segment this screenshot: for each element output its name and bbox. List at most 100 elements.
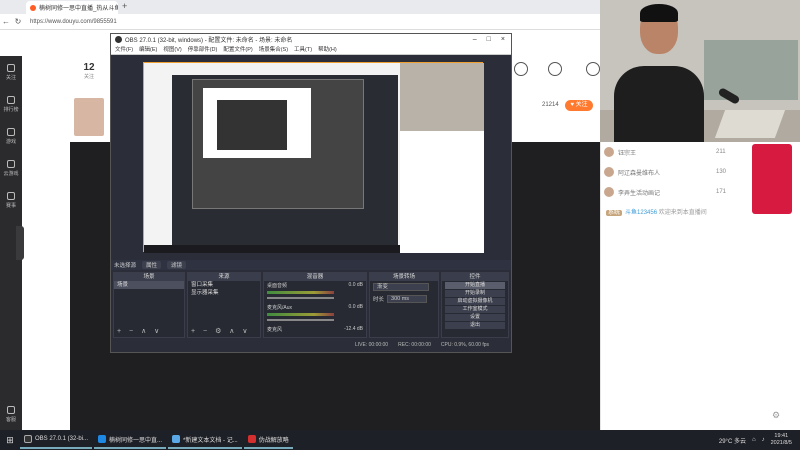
rank-value: 130 [716,169,727,175]
menu-help[interactable]: 帮助(H) [318,45,337,54]
audio-meter [267,291,335,294]
menu-profile[interactable]: 配置文件(P) [223,45,252,54]
cpu-fps: CPU: 0.9%, 60.00 fps [440,342,489,348]
avatar [604,187,614,197]
scene-item[interactable]: 场景 [114,281,184,289]
windows-taskbar: ⊞ OBS 27.0.1 (32-bi... 楠树同修一思中直... *新建文本… [0,430,800,450]
start-recording-button[interactable]: 开始录制 [445,290,505,297]
virtual-camera-button[interactable]: 启动虚拟摄像机 [445,298,505,305]
scene-dock-controls[interactable]: + − ∧ ∨ [117,327,162,335]
sidebar-item-cloud-game[interactable]: 云游戏 [0,160,22,177]
new-tab-button[interactable]: + [122,1,127,11]
sidebar-collapse-handle[interactable] [16,226,24,260]
sources-dock-title: 来源 [188,273,260,281]
preview-nested-obs [192,79,364,209]
maximize-icon[interactable]: □ [487,36,491,43]
channel-db: 0.0 dB [348,282,363,288]
source-item[interactable]: 窗口采集 [188,281,260,289]
rank-row[interactable]: 钰宗王 [604,145,636,159]
rank-row[interactable]: 阿辽森曼维布人 [604,165,660,179]
taskbar-app-obs[interactable]: OBS 27.0.1 (32-bi... [20,431,93,449]
scenes-dock: 场景 场景 + − ∧ ∨ [113,272,185,338]
obs-context-bar: 未选择源 属性 滤镜 [111,260,511,270]
obs-logo-icon [115,36,122,43]
mixer-channel[interactable]: 桌面音频 0.0 dB [264,281,366,303]
url-field[interactable]: https://www.douyu.com/9855591 [30,19,117,25]
minimize-icon[interactable]: – [473,36,477,43]
preview-taskbar [144,245,400,253]
menu-scene-collection[interactable]: 场景集合(S) [259,45,288,54]
taskbar-app-browser[interactable]: 楠树同修一思中直... [94,431,167,449]
taskbar-app-notepad[interactable]: *新建文本文档 - 记... [168,431,242,449]
obs-window: OBS 27.0.1 (32-bit, windows) - 配置文件: 未命名… [110,33,512,353]
taskbar-app-label: *新建文本文档 - 记... [183,437,238,444]
cloud-game-icon [7,160,15,168]
back-icon[interactable]: ← [0,17,12,26]
obs-preview[interactable] [143,62,484,253]
sidebar-item-label: 关注 [5,75,16,81]
obs-menu-bar: 文件(F) 编辑(E) 视图(V) 停靠部件(D) 配置文件(P) 场景集合(S… [111,45,511,55]
transition-select[interactable]: 渐变 [373,283,429,291]
mixer-dock: 混音器 桌面音频 0.0 dB 麦克风/Aux 0.0 dB 麦克风 -12.4… [263,272,367,338]
system-clock[interactable]: 19:41 2021/8/5 [771,433,792,447]
network-icon[interactable]: ⌂ [752,437,756,443]
menu-tools[interactable]: 工具(T) [294,45,312,54]
channel-name: 桌面音频 [267,283,288,289]
system-tray: 29°C 多云 ⌂ ♪ 19:41 2021/8/5 [719,433,800,447]
task-icon[interactable] [514,62,528,76]
browser-tab[interactable]: 楠树同修一思中直播_热从斗鱼直播 × [26,1,118,14]
duration-input[interactable]: 300 ms [387,295,428,303]
sidebar-item-label: 排行榜 [3,107,19,113]
mixer-dock-title: 混音器 [264,273,366,281]
sidebar-item-game[interactable]: 游戏 [0,128,22,145]
windows-start-icon[interactable]: ⊞ [0,435,20,446]
live-time: LIVE: 00:00:00 [355,342,389,348]
volume-slider[interactable] [267,319,335,321]
share-icon[interactable] [548,62,562,76]
source-dock-controls[interactable]: + − ⚙ ∧ ∨ [191,327,250,335]
start-streaming-button[interactable]: 开始直播 [445,282,505,289]
menu-view[interactable]: 视图(V) [163,45,181,54]
settings-button[interactable]: 设置 [445,314,505,321]
sidebar-item-events[interactable]: 赛事 [0,192,22,209]
menu-file[interactable]: 文件(F) [115,45,133,54]
browser-tab-title: 楠树同修一思中直播_热从斗鱼直播 [39,6,118,12]
follow-counter[interactable]: 12 关注 [72,62,106,80]
promo-banner[interactable] [752,144,792,214]
rank-value: 211 [716,149,726,155]
transition-type-row[interactable]: 渐变 [370,281,438,293]
system-user[interactable]: 斗鱼123456 [625,210,657,216]
studio-mode-button[interactable]: 工作室模式 [445,306,505,313]
duration-label: 时长 [373,297,385,303]
avatar [604,147,614,157]
rank-row[interactable]: 李弄生活动画记 [604,185,660,199]
ranking-icon [7,96,15,104]
menu-edit[interactable]: 编辑(E) [139,45,157,54]
streamer-avatar[interactable] [74,98,104,136]
mixer-channel[interactable]: 麦克风/Aux 0.0 dB [264,303,366,325]
sidebar-item-support[interactable]: 客服 [0,406,22,423]
heart-icon [7,64,15,72]
filters-button[interactable]: 滤镜 [167,261,187,269]
channel-name: 麦克风/Aux [267,305,293,311]
close-icon[interactable]: × [501,36,505,43]
exit-button[interactable]: 退出 [445,322,505,329]
obs-title-bar[interactable]: OBS 27.0.1 (32-bit, windows) - 配置文件: 未命名… [111,34,511,45]
follow-button[interactable]: ♥ 关注 [565,100,593,111]
obs-app-icon [24,435,32,443]
sidebar-item-follow[interactable]: 关注 [0,64,22,81]
weather-widget[interactable]: 29°C 多云 [719,436,746,445]
gear-icon[interactable]: ⚙ [772,410,780,421]
taskbar-app-game[interactable]: 伪战解放略 [243,431,293,449]
channel-name: 麦克风 [267,327,283,333]
volume-icon[interactable]: ♪ [762,437,765,443]
refresh-icon[interactable]: ↻ [12,17,24,26]
properties-button[interactable]: 属性 [142,261,162,269]
trophy-icon [7,192,15,200]
sidebar-item-ranking[interactable]: 排行榜 [0,96,22,113]
record-icon[interactable] [586,62,600,76]
menu-docks[interactable]: 停靠部件(D) [188,45,218,54]
volume-slider[interactable] [267,297,335,299]
sources-dock: 来源 窗口采集 显示器采集 + − ⚙ ∧ ∨ [187,272,261,338]
source-item[interactable]: 显示器采集 [188,289,260,297]
